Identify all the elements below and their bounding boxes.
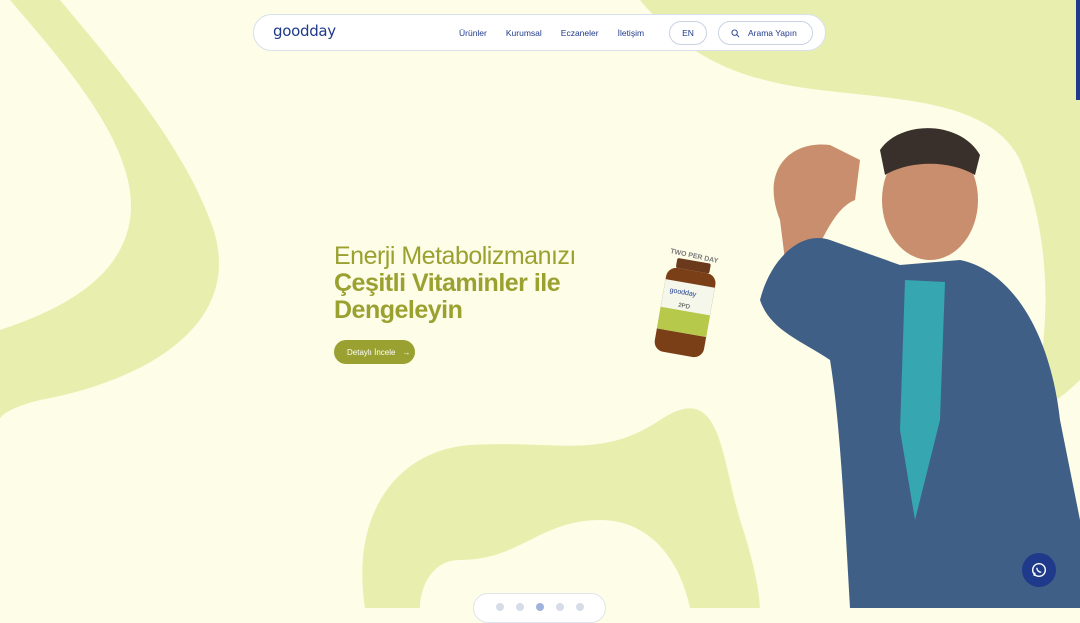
language-button[interactable]: EN — [669, 21, 707, 45]
hero-title-line1: Enerji Metabolizmanızı — [334, 242, 576, 270]
slider-dot[interactable] — [515, 603, 524, 611]
brand-logo[interactable]: goodday — [273, 22, 336, 40]
nav-link-kurumsal[interactable]: Kurumsal — [506, 28, 542, 38]
hero-title-line2: Çeşitli Vitaminler ile — [334, 269, 561, 297]
product-bottle: TWO PER DAY goodday 2PD — [640, 243, 730, 363]
hero-title-line3: Dengeleyin — [334, 296, 463, 324]
nav-link-urunler[interactable]: Ürünler — [459, 28, 487, 38]
page-scrollbar[interactable] — [1076, 0, 1080, 100]
search-label: Arama Yapın — [748, 28, 797, 38]
whatsapp-button[interactable] — [1022, 553, 1056, 587]
whatsapp-icon — [1031, 562, 1047, 578]
nav-link-iletisim[interactable]: İletişim — [618, 28, 644, 38]
slider-dot[interactable] — [575, 603, 584, 611]
nav-link-eczaneler[interactable]: Eczaneler — [561, 28, 599, 38]
slider-dot[interactable] — [495, 603, 504, 611]
details-button-label: Detaylı İncele — [347, 347, 396, 357]
arrow-right-icon: → — [402, 347, 411, 357]
search-icon — [731, 28, 740, 37]
hero-title: Enerji Metabolizmanızı Çeşitli Vitaminle… — [334, 243, 576, 324]
model-figure — [760, 128, 1080, 608]
slider-dot-active[interactable] — [535, 603, 544, 611]
main-nav: Ürünler Kurumsal Eczaneler İletişim — [459, 28, 663, 38]
search-button[interactable]: Arama Yapın — [718, 21, 813, 45]
slider-dot[interactable] — [555, 603, 564, 611]
language-label: EN — [682, 28, 694, 38]
slider-pagination — [473, 593, 606, 623]
site-header: goodday Ürünler Kurumsal Eczaneler İleti… — [253, 14, 826, 51]
details-button[interactable]: Detaylı İncele → — [334, 340, 415, 364]
